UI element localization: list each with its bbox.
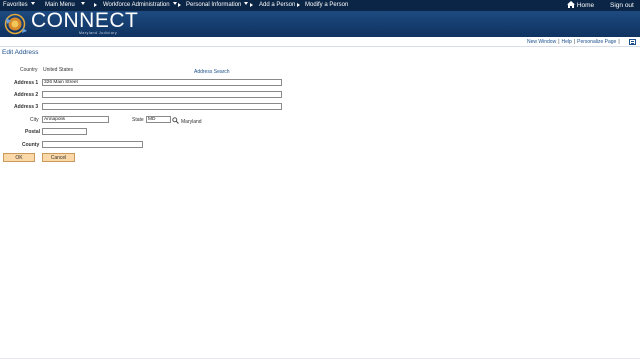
chevron-down-icon — [30, 1, 35, 5]
city-label: City — [30, 117, 39, 123]
address-3-label: Address 3 — [14, 104, 39, 110]
county-label: County — [22, 142, 40, 148]
home-label: Home — [576, 2, 595, 9]
country-value: United States — [43, 67, 74, 73]
ok-button[interactable]: OK — [3, 153, 35, 162]
city-input[interactable]: Annapolis — [42, 116, 109, 123]
brand-subtitle: Maryland Judiciary — [79, 31, 118, 35]
state-description: Maryland — [181, 119, 202, 125]
postal-input[interactable] — [42, 128, 87, 135]
personalize-page-link[interactable]: Personalize Page — [577, 39, 616, 45]
home-icon — [567, 0, 575, 8]
nav-personal-information[interactable]: Personal Information — [186, 0, 249, 11]
cancel-button[interactable]: Cancel — [42, 153, 75, 162]
breadcrumb-arrow-icon — [250, 3, 253, 7]
page-title: Edit Address — [2, 49, 39, 56]
postal-label: Postal — [25, 129, 41, 135]
chevron-down-icon — [244, 1, 249, 5]
divider: | — [573, 39, 576, 45]
sign-out-label: Sign out — [610, 2, 634, 9]
nav-modify-a-person[interactable]: Modify a Person — [305, 0, 348, 11]
page-menu-icon[interactable] — [629, 38, 636, 45]
nav-favorites[interactable]: Favorites — [3, 0, 35, 11]
chevron-down-icon — [172, 1, 177, 5]
breadcrumb-arrow-icon — [94, 3, 97, 7]
nav-favorites-label: Favorites — [3, 2, 28, 8]
county-input[interactable] — [42, 141, 143, 148]
state-label: State — [132, 117, 144, 123]
divider: | — [558, 39, 560, 45]
maryland-judiciary-logo-icon — [4, 13, 27, 35]
country-label: Country — [20, 67, 38, 73]
help-link[interactable]: Help — [562, 39, 572, 45]
divider: | — [618, 39, 620, 45]
address-1-input[interactable]: 326 Main Street — [42, 79, 282, 86]
address-1-label: Address 1 — [14, 80, 39, 86]
address-search-link[interactable]: Address Search — [194, 69, 230, 75]
address-2-input[interactable] — [42, 91, 282, 98]
state-input[interactable]: MD — [146, 116, 171, 123]
chevron-down-icon — [80, 1, 85, 5]
sign-out-link[interactable]: Sign out — [610, 0, 634, 11]
nav-modify-person-label: Modify a Person — [305, 2, 349, 8]
address-2-label: Address 2 — [14, 92, 39, 98]
breadcrumb-arrow-icon — [178, 3, 181, 7]
state-lookup-search-icon[interactable] — [172, 117, 179, 124]
nav-workforce-label: Workforce Administration — [103, 2, 170, 8]
address-3-input[interactable] — [42, 103, 282, 110]
utility-links: New Window | Help | Personalize Page | — [527, 39, 622, 45]
home-link[interactable]: Home — [567, 0, 594, 11]
nav-personal-info-label: Personal Information — [186, 2, 242, 8]
nav-main-menu-label: Main Menu — [45, 2, 75, 8]
breadcrumb-arrow-icon — [297, 3, 300, 7]
nav-add-person-label: Add a Person — [259, 2, 296, 8]
new-window-link[interactable]: New Window — [527, 39, 556, 45]
page-bottom-divider — [0, 358, 640, 359]
nav-add-a-person[interactable]: Add a Person — [259, 0, 295, 11]
brand-name: CONNECT — [31, 9, 139, 32]
header-divider — [0, 46, 640, 47]
